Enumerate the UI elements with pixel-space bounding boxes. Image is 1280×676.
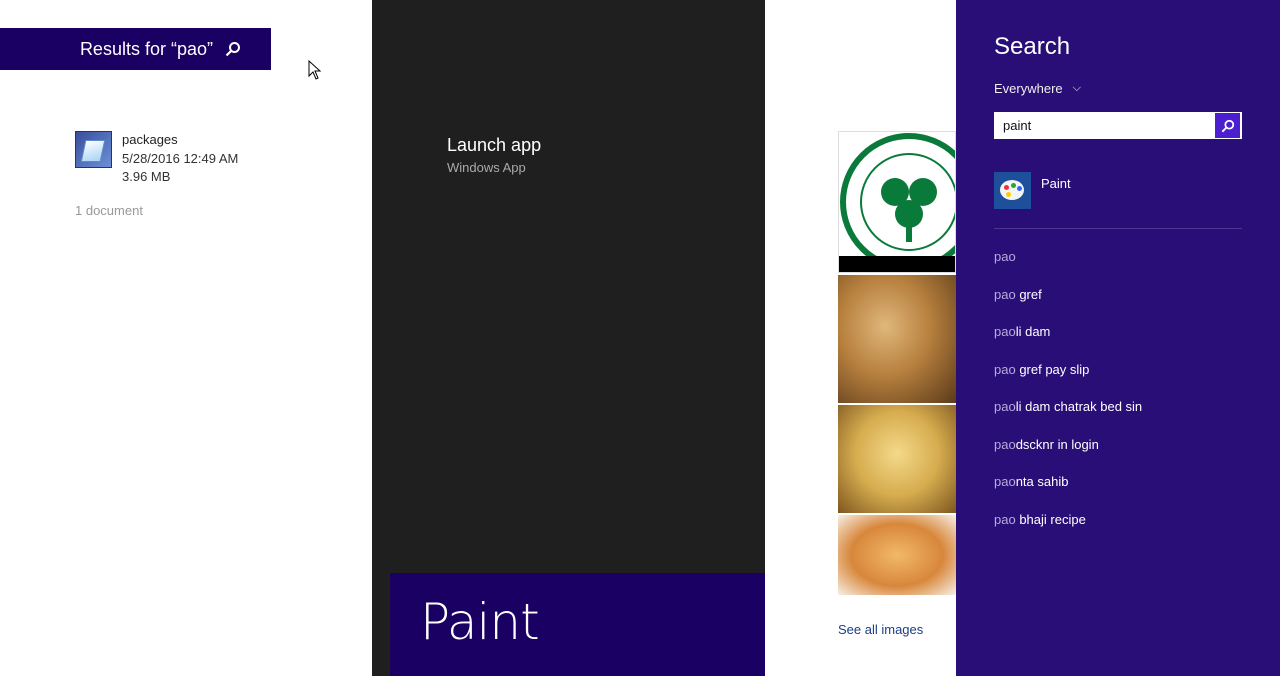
suggestion-item[interactable]: paoli dam: [994, 324, 1142, 362]
suggestion-prefix: pao: [994, 436, 1016, 452]
search-suggestions: pao pao gref paoli dam pao gref pay slip pao…: [994, 249, 1142, 549]
document-icon: [75, 131, 112, 168]
screen: Results for “pao” packages 5/28/2016 12:…: [0, 0, 1280, 676]
app-preview: Launch app Windows App Paint: [372, 0, 765, 676]
launch-app-title: Launch app: [447, 135, 542, 155]
document-count: 1 document: [75, 203, 143, 218]
search-scope-dropdown[interactable]: Everywhere ⌵: [994, 81, 1081, 96]
divider: [994, 228, 1242, 229]
suggestion-prefix: pao: [994, 511, 1016, 527]
search-button[interactable]: [1214, 112, 1241, 139]
suggestion-item[interactable]: paodscknr in login: [994, 437, 1142, 475]
suggestion-rest: gref: [1015, 286, 1042, 302]
search-title: Search: [994, 33, 1071, 60]
paint-banner[interactable]: Paint: [390, 573, 765, 676]
document-date: 5/28/2016 12:49 AM: [122, 150, 239, 166]
clover-logo-icon: [839, 133, 955, 272]
search-icon: [1221, 119, 1234, 132]
suggestion-rest: nta sahib: [1015, 474, 1069, 489]
see-all-images-link[interactable]: See all images: [838, 622, 923, 637]
image-result-bread[interactable]: [838, 275, 956, 403]
search-box: [994, 112, 1242, 139]
suggestion-item[interactable]: paonta sahib: [994, 474, 1142, 512]
search-input[interactable]: [994, 113, 1214, 138]
mouse-cursor-icon: [308, 60, 322, 80]
suggestion-rest: li dam chatrak bed sin: [1015, 399, 1143, 414]
suggestion-prefix: pao: [994, 324, 1016, 339]
launch-app-subtitle: Windows App: [447, 160, 526, 175]
document-size: 3.96 MB: [122, 169, 171, 184]
app-result-label: Paint: [1041, 176, 1071, 191]
search-icon: [225, 42, 240, 57]
image-results: [838, 131, 956, 597]
image-result-logo[interactable]: [838, 131, 956, 273]
suggestion-rest: li dam: [1015, 324, 1051, 339]
suggestion-item[interactable]: pao gref: [994, 287, 1142, 325]
search-pane: Search Everywhere ⌵ Paint paopao grefpao…: [956, 0, 1280, 676]
results-header[interactable]: Results for “pao”: [0, 28, 271, 70]
image-result-rolls[interactable]: [838, 515, 956, 595]
suggestion-item[interactable]: pao: [994, 249, 1142, 287]
document-result[interactable]: packages 5/28/2016 12:49 AM 3.96 MB: [75, 131, 238, 187]
app-result-paint[interactable]: Paint: [994, 172, 1071, 209]
suggestion-item[interactable]: paoli dam chatrak bed sin: [994, 399, 1142, 437]
document-name: packages: [122, 132, 178, 147]
suggestion-item[interactable]: pao bhaji recipe: [994, 512, 1142, 550]
paint-app-icon: [994, 172, 1031, 209]
suggestion-prefix: pao: [994, 286, 1016, 302]
search-scope-label: Everywhere: [994, 81, 1063, 96]
suggestion-prefix: pao: [994, 474, 1016, 489]
suggestion-item[interactable]: pao gref pay slip: [994, 362, 1142, 400]
launch-app[interactable]: Launch app Windows App: [447, 135, 541, 175]
chevron-down-icon: ⌵: [1072, 82, 1081, 94]
suggestion-prefix: pao: [994, 399, 1016, 414]
results-title: Results for “pao”: [79, 38, 213, 59]
suggestion-rest: gref pay slip: [1015, 361, 1090, 377]
suggestion-rest: bhaji recipe: [1015, 511, 1086, 527]
suggestion-prefix: pao: [994, 249, 1016, 264]
suggestion-rest: dscknr in login: [1015, 436, 1099, 452]
image-result-cheese-bread[interactable]: [838, 405, 956, 513]
suggestion-prefix: pao: [994, 361, 1016, 377]
